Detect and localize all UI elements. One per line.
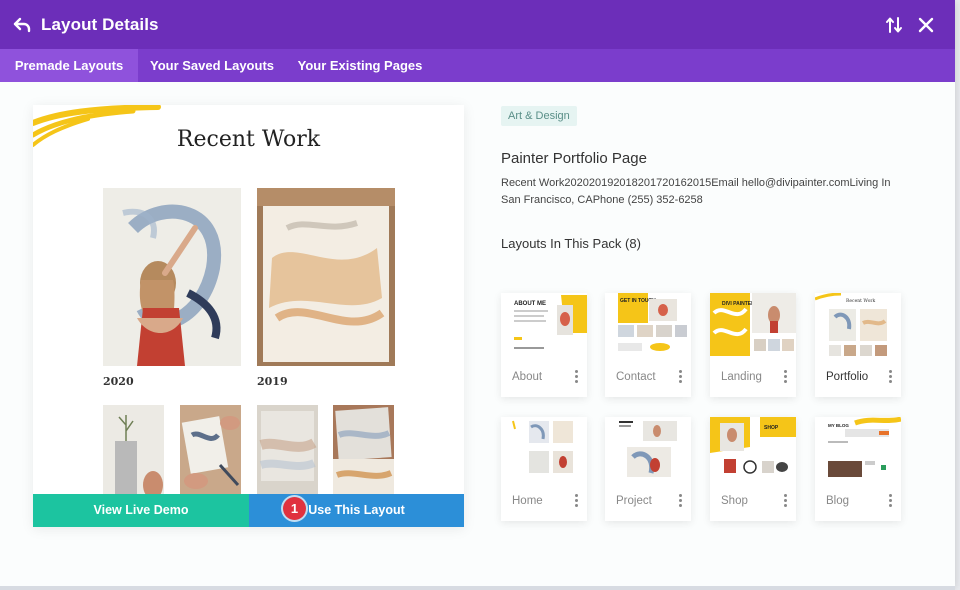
undo-arrow-icon[interactable] <box>12 15 32 35</box>
pack-card-label: Contact <box>616 371 656 383</box>
thumbnail-landing: DIVI PAINTER <box>710 293 796 356</box>
layout-description: Recent Work2020201920182017201620​15Emai… <box>501 177 891 206</box>
thumb-landing-heading: DIVI PAINTER <box>722 301 755 307</box>
pack-card-portfolio[interactable]: Recent Work Portfolio <box>815 293 901 397</box>
thumbnail-shop: SHOP <box>710 417 796 480</box>
thumb-about-heading: ABOUT ME <box>514 301 546 307</box>
thumbnail-home <box>501 417 587 480</box>
modal-header: Layout Details <box>0 0 955 49</box>
close-icon[interactable] <box>918 17 934 33</box>
vertical-dots-icon[interactable] <box>782 493 788 509</box>
preview-image-hands <box>180 405 241 494</box>
pack-card-label: Home <box>512 495 543 507</box>
preview-year-2019: 2019 <box>257 375 288 388</box>
modal-bottom-edge <box>0 586 955 590</box>
tab-existing-pages[interactable]: Your Existing Pages <box>286 49 434 82</box>
pack-card-contact[interactable]: GET IN TOUCH Contact <box>605 293 691 397</box>
preview-image-canvas <box>257 405 318 494</box>
preview-image-vase <box>103 405 164 494</box>
preview-image-paper <box>333 405 394 494</box>
vertical-dots-icon[interactable] <box>782 369 788 385</box>
vertical-dots-icon[interactable] <box>573 493 579 509</box>
preview-actions: View Live Demo 1 Use This Layout <box>33 494 464 527</box>
modal-title: Layout Details <box>41 15 159 34</box>
preview-image-2020 <box>103 188 241 366</box>
pack-card-project[interactable]: Project <box>605 417 691 521</box>
pack-card-landing[interactable]: DIVI PAINTER Landing <box>710 293 796 397</box>
use-this-layout-label: Use This Layout <box>308 503 405 517</box>
preview-year-2020: 2020 <box>103 375 134 388</box>
thumbnail-project <box>605 417 691 480</box>
pack-card-label: Portfolio <box>826 371 869 383</box>
vertical-dots-icon[interactable] <box>573 369 579 385</box>
sort-arrows-icon[interactable] <box>884 16 904 34</box>
pack-title: Layouts In This Pack (8) <box>501 236 641 251</box>
tab-bar: Premade Layouts Your Saved Layouts Your … <box>0 49 955 82</box>
category-badge[interactable]: Art & Design <box>501 106 577 126</box>
pack-card-about[interactable]: ABOUT ME About <box>501 293 587 397</box>
layout-details-modal: Layout Details Premade Layouts Your Save… <box>0 0 955 586</box>
thumbnail-blog: MY BLOG <box>815 417 901 480</box>
thumb-portfolio-heading: Recent Work <box>846 298 876 304</box>
step-number-badge: 1 <box>283 497 306 520</box>
layout-preview: Recent Work 2020 2019 View Live Demo 1 U… <box>33 105 464 527</box>
vertical-dots-icon[interactable] <box>887 493 893 509</box>
use-this-layout-button[interactable]: 1 Use This Layout <box>249 494 464 527</box>
vertical-dots-icon[interactable] <box>677 493 683 509</box>
pack-card-shop[interactable]: SHOP Shop <box>710 417 796 521</box>
preview-title: Recent Work <box>176 127 321 152</box>
preview-image-2019 <box>257 188 395 366</box>
pack-card-label: Shop <box>721 495 748 507</box>
thumb-blog-heading: MY BLOG <box>828 423 849 428</box>
thumbnail-portfolio: Recent Work <box>815 293 901 356</box>
pack-card-blog[interactable]: MY BLOG Blog <box>815 417 901 521</box>
pack-card-label: Blog <box>826 495 850 507</box>
thumb-shop-heading: SHOP <box>764 425 779 431</box>
pack-card-label: Landing <box>721 371 762 383</box>
tab-saved-layouts[interactable]: Your Saved Layouts <box>138 49 286 82</box>
thumbnail-contact: GET IN TOUCH <box>605 293 691 356</box>
thumbnail-about: ABOUT ME <box>501 293 587 356</box>
layout-name: Painter Portfolio Page <box>501 150 647 167</box>
vertical-dots-icon[interactable] <box>677 369 683 385</box>
tab-premade-layouts[interactable]: Premade Layouts <box>0 49 138 82</box>
view-live-demo-button[interactable]: View Live Demo <box>33 494 249 527</box>
pack-card-label: Project <box>616 495 652 507</box>
pack-card-label: About <box>512 371 543 383</box>
vertical-dots-icon[interactable] <box>887 369 893 385</box>
pack-card-home[interactable]: Home <box>501 417 587 521</box>
